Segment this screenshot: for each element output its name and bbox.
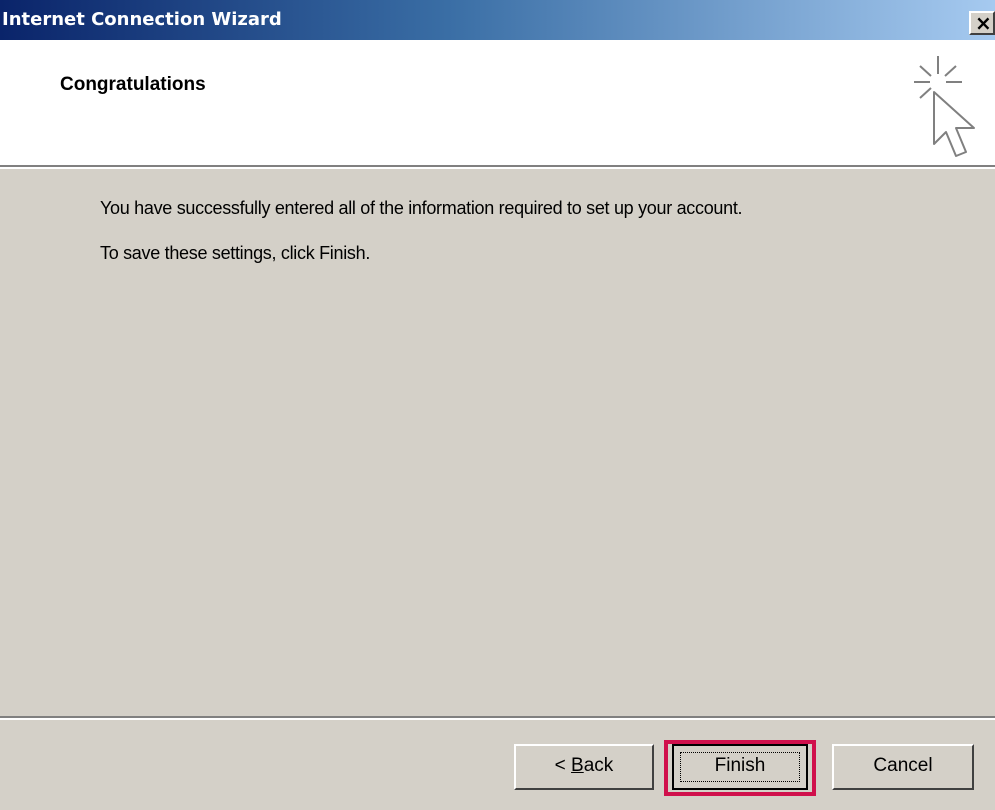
title-bar[interactable]: Internet Connection Wizard × [0,0,995,40]
wizard-cursor-sparkle-icon [914,56,975,157]
footer-divider [0,716,995,720]
wizard-header: Congratulations [0,40,995,165]
cancel-button-label: Cancel [873,755,933,776]
cancel-button[interactable]: Cancel [832,744,974,790]
back-button-mnemonic: B [571,755,584,776]
back-button-rest: ack [583,755,614,776]
finish-button-label: Finish [714,755,766,776]
success-message: You have successfully entered all of the… [100,198,743,218]
back-button[interactable]: < Back [514,744,654,790]
page-title: Congratulations [60,74,206,95]
close-icon: × [975,11,992,35]
window-title: Internet Connection Wizard [2,9,282,30]
instruction-message: To save these settings, click Finish. [100,243,371,263]
close-button[interactable]: × [969,11,995,35]
wizard-window: Internet Connection Wizard × Congratulat… [0,0,995,810]
back-button-prefix: < [554,755,572,776]
header-divider [0,165,995,169]
finish-button[interactable]: Finish [672,744,808,790]
